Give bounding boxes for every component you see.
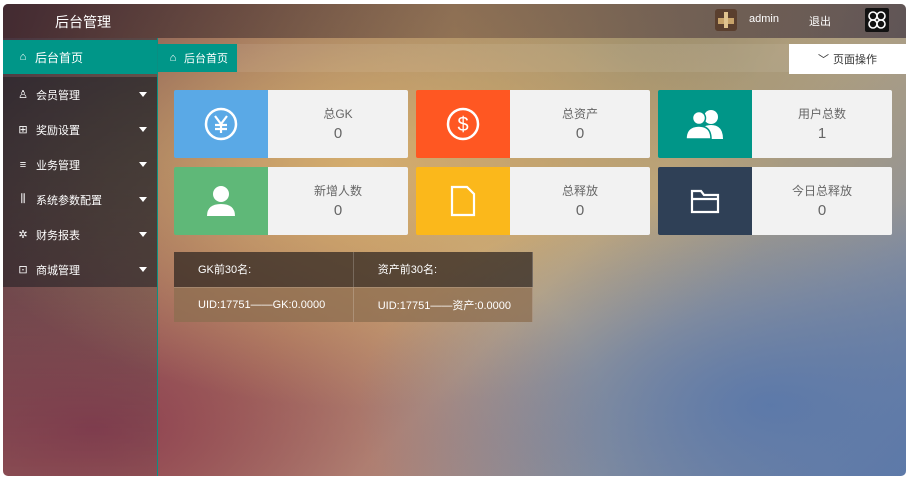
- file-icon: [416, 167, 510, 235]
- user-icon: ♙: [18, 89, 28, 101]
- folder-icon: [658, 167, 752, 235]
- gift-icon: ⊞: [18, 124, 28, 136]
- caret-down-icon: [139, 92, 147, 97]
- settings-flower-icon[interactable]: [865, 8, 889, 32]
- table-cell: UID:17751——资产:0.0000: [353, 286, 534, 322]
- avatar[interactable]: [715, 9, 737, 31]
- sidebar-menu: ♙ 会员管理 ⊞ 奖励设置 ≡ 业务管理 ⫼ 系统参数配置 ✲ 财务报表 ⊡ 商…: [3, 77, 157, 287]
- list-icon: ≡: [19, 158, 27, 171]
- stat-card-total-gk[interactable]: 总GK 0: [174, 90, 408, 158]
- yen-icon: [174, 90, 268, 158]
- sidebar-item-label: 会员管理: [36, 89, 80, 102]
- sidebar-item-home[interactable]: ⌂ 后台首页: [3, 40, 157, 74]
- sidebar-item-label: 商城管理: [36, 264, 80, 277]
- page-operations-button[interactable]: ﹀ 页面操作: [789, 44, 906, 74]
- caret-down-icon: [139, 162, 147, 167]
- tab-home[interactable]: ⌂ 后台首页: [158, 44, 237, 72]
- sliders-icon: ⫼: [20, 193, 26, 205]
- sidebar-item-label: 业务管理: [36, 159, 80, 172]
- chevron-down-icon: ﹀: [818, 54, 829, 66]
- caret-down-icon: [139, 127, 147, 132]
- dollar-icon: $: [416, 90, 510, 158]
- sidebar-item-system-config[interactable]: ⫼ 系统参数配置: [3, 182, 157, 217]
- stat-label: 总GK: [323, 107, 353, 121]
- stat-card-total-release[interactable]: 总释放 0: [416, 167, 650, 235]
- column-header-gk: GK前30名:: [174, 252, 354, 287]
- sidebar-home-label: 后台首页: [35, 50, 84, 65]
- stat-card-total-users[interactable]: 用户总数 1: [658, 90, 892, 158]
- home-icon: ⌂: [169, 52, 177, 64]
- sidebar-item-label: 财务报表: [36, 229, 80, 242]
- sidebar: ⌂ 后台首页 ♙ 会员管理 ⊞ 奖励设置 ≡ 业务管理 ⫼ 系统参数配置 ✲ 财…: [3, 38, 158, 476]
- sidebar-item-finance[interactable]: ✲ 财务报表: [3, 217, 157, 252]
- username[interactable]: admin: [749, 13, 779, 25]
- stat-label: 总资产: [561, 107, 598, 121]
- tab-home-label: 后台首页: [184, 53, 228, 65]
- table-cell: UID:17751——GK:0.0000: [174, 286, 354, 322]
- ranking-table: GK前30名: 资产前30名: UID:17751——GK:0.0000 UID…: [174, 252, 534, 322]
- shop-icon: ⊡: [18, 264, 28, 276]
- caret-down-icon: [139, 267, 147, 272]
- stat-card-today-release[interactable]: 今日总释放 0: [658, 167, 892, 235]
- stat-card-total-assets[interactable]: $ 总资产 0: [416, 90, 650, 158]
- stat-value: 0: [333, 125, 343, 142]
- column-header-assets: 资产前30名:: [353, 252, 534, 287]
- user-add-icon: [174, 167, 268, 235]
- sidebar-item-members[interactable]: ♙ 会员管理: [3, 77, 157, 112]
- caret-down-icon: [139, 232, 147, 237]
- stat-label: 新增人数: [313, 184, 362, 198]
- users-icon: [658, 90, 752, 158]
- caret-down-icon: [139, 197, 147, 202]
- sidebar-item-rewards[interactable]: ⊞ 奖励设置: [3, 112, 157, 147]
- sidebar-item-shop[interactable]: ⊡ 商城管理: [3, 252, 157, 287]
- stat-label: 用户总数: [797, 107, 846, 121]
- chart-icon: ✲: [18, 229, 28, 241]
- app-title: 后台管理: [55, 14, 111, 30]
- stat-label: 今日总释放: [791, 184, 852, 198]
- table-header-row: GK前30名: 资产前30名:: [174, 252, 534, 287]
- sidebar-item-business[interactable]: ≡ 业务管理: [3, 147, 157, 182]
- svg-text:$: $: [457, 114, 468, 136]
- stat-label: 总释放: [561, 184, 598, 198]
- stat-card-new-users[interactable]: 新增人数 0: [174, 167, 408, 235]
- stat-value: 1: [817, 125, 827, 142]
- table-row: UID:17751——GK:0.0000 UID:17751——资产:0.000…: [174, 286, 534, 322]
- sidebar-item-label: 奖励设置: [36, 124, 80, 137]
- top-bar: 后台管理 admin 退出: [3, 4, 906, 38]
- stat-value: 0: [333, 202, 343, 219]
- stat-value: 0: [575, 202, 585, 219]
- app-window: 后台管理 admin 退出 ⌂ 后台首页 ♙ 会员管理 ⊞ 奖励设置 ≡ 业务管…: [3, 4, 906, 476]
- stat-value: 0: [817, 202, 827, 219]
- stat-value: 0: [575, 125, 585, 142]
- home-icon: ⌂: [19, 51, 27, 63]
- logout-link[interactable]: 退出: [809, 13, 831, 29]
- page-operations-label: 页面操作: [833, 54, 877, 66]
- tab-bar: ⌂ 后台首页 ﹀ 页面操作: [158, 44, 906, 74]
- sidebar-item-label: 系统参数配置: [36, 194, 102, 207]
